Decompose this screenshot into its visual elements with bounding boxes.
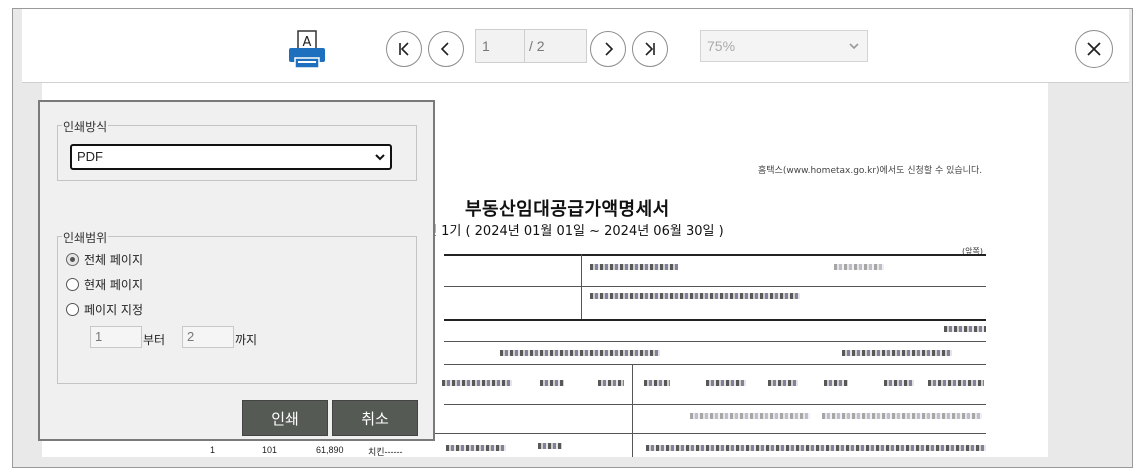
redacted-text (842, 350, 952, 356)
range-from-label: 부터 (143, 333, 166, 347)
svg-text:A: A (303, 35, 312, 50)
print-dialog: 인쇄방식 PDF 인쇄범위 전체 페이지 현재 페이지 페이지 지정 1 부터 … (38, 100, 435, 441)
redacted-text (598, 380, 624, 386)
redacted-text (644, 380, 670, 386)
redacted-text (442, 380, 512, 386)
prev-page-button[interactable] (428, 31, 464, 67)
print-method-legend: 인쇄방식 (62, 118, 109, 135)
page-number-input[interactable]: 1 (475, 29, 525, 63)
table-cell: 101 (262, 445, 278, 455)
redacted-text (834, 264, 884, 270)
print-range-legend: 인쇄범위 (62, 229, 109, 246)
redacted-text (590, 264, 678, 270)
redacted-text (540, 380, 564, 386)
table-rule (632, 364, 633, 457)
radio-button[interactable] (66, 253, 79, 266)
range-to-label: 까지 (235, 333, 258, 347)
chevron-down-icon (375, 154, 385, 161)
redacted-text (500, 350, 660, 356)
document-period: 년 1기 ( 2024년 01월 01일 ~ 2024년 06월 30일 ) (425, 224, 724, 239)
table-rule (444, 404, 986, 405)
table-rule (444, 341, 986, 342)
last-page-button[interactable] (632, 31, 668, 67)
radio-label: 페이지 지정 (84, 303, 144, 317)
document-title: 부동산임대공급가액명세서 (465, 199, 670, 220)
table-cell: 치킨------ (368, 447, 403, 457)
print-method-group: 인쇄방식 PDF (57, 118, 417, 181)
zoom-value: 75% (707, 38, 736, 54)
table-cell: 1 (210, 445, 216, 455)
redacted-text (822, 413, 982, 419)
radio-button[interactable] (66, 303, 79, 316)
close-button[interactable] (1075, 30, 1113, 68)
chevron-left-icon (440, 42, 449, 56)
redacted-text (538, 443, 562, 449)
redacted-text (446, 445, 506, 451)
print-range-group: 인쇄범위 전체 페이지 현재 페이지 페이지 지정 1 부터 2 까지 (57, 229, 417, 384)
chevron-down-icon (849, 43, 859, 50)
redacted-text (646, 445, 986, 451)
radio-button[interactable] (66, 278, 79, 291)
close-icon (1087, 42, 1101, 56)
table-rule (444, 254, 986, 256)
next-page-button[interactable] (590, 31, 626, 67)
redacted-text (944, 326, 986, 332)
redacted-text (690, 413, 810, 419)
redacted-text (706, 380, 746, 386)
first-page-button[interactable] (386, 31, 422, 67)
print-method-value: PDF (77, 149, 103, 164)
page-total-label: / 2 (525, 29, 587, 63)
print-button[interactable]: 인쇄 (242, 400, 328, 436)
radio-page-range[interactable]: 페이지 지정 (66, 301, 143, 318)
redacted-text (768, 380, 798, 386)
chevron-right-icon (605, 42, 614, 56)
redacted-text (824, 380, 848, 386)
redacted-text (590, 293, 800, 299)
radio-label: 현재 페이지 (84, 278, 144, 292)
radio-all-pages[interactable]: 전체 페이지 (66, 251, 143, 268)
hometax-hint: 홈택스(www.hometax.go.kr)에서도 신청할 수 있습니다. (758, 166, 983, 176)
zoom-select[interactable]: 75% (700, 30, 868, 62)
radio-label: 전체 페이지 (84, 253, 144, 267)
range-from-input[interactable]: 1 (90, 326, 142, 348)
table-cell: 61,890 (316, 445, 344, 455)
first-page-icon (399, 42, 409, 56)
table-rule (444, 286, 986, 287)
radio-current-page[interactable]: 현재 페이지 (66, 276, 143, 293)
table-rule (581, 254, 582, 320)
cancel-button[interactable]: 취소 (332, 400, 418, 436)
last-page-icon (645, 42, 655, 56)
table-rule (444, 319, 986, 321)
redacted-text (928, 380, 984, 386)
redacted-text (884, 380, 914, 386)
print-icon[interactable]: A (287, 30, 329, 70)
viewer-toolbar: A 1 / 2 75% (22, 9, 1129, 83)
table-rule (444, 364, 986, 365)
print-method-select[interactable]: PDF (70, 144, 392, 170)
range-to-input[interactable]: 2 (182, 326, 234, 348)
